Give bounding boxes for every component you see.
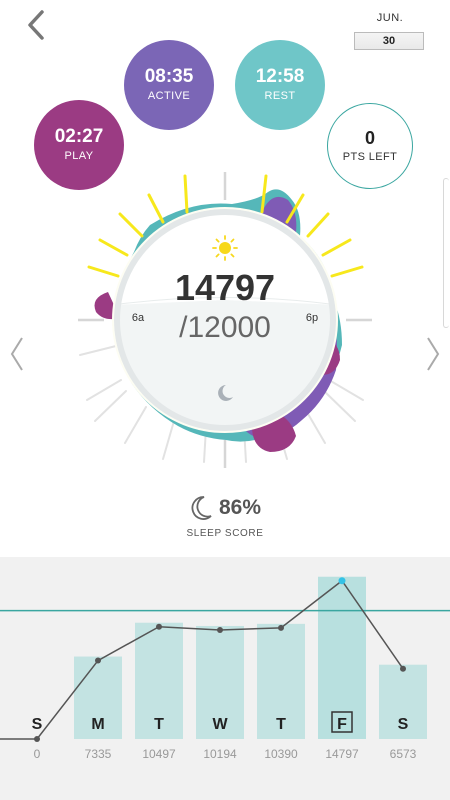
scroll-edge-handle[interactable] (443, 178, 449, 328)
crescent-moon-icon (191, 496, 212, 520)
day-bar (318, 576, 366, 739)
evening-time-label: 6p (306, 312, 318, 324)
sleep-score-value: 86% (218, 496, 262, 519)
day-label: F (337, 716, 347, 733)
day-label: W (212, 716, 228, 733)
active-time-value: 08:35 (144, 66, 194, 87)
data-point (34, 736, 40, 742)
data-point (400, 665, 406, 672)
rest-time-label: REST (264, 90, 296, 102)
steps-count: 14797 (175, 267, 275, 308)
value-label: 14797 (325, 747, 359, 761)
activity-dial[interactable]: 14797 /12000 6a 6p (0, 160, 450, 470)
sleep-score[interactable]: 86% SLEEP SCORE (150, 494, 300, 539)
data-point (278, 624, 284, 631)
previous-chevron-icon[interactable] (8, 336, 26, 372)
value-label: 10194 (203, 747, 237, 761)
data-point (95, 657, 101, 664)
sleep-score-label: SLEEP SCORE (186, 528, 264, 539)
day-label: T (276, 716, 286, 733)
day-label: S (32, 716, 43, 733)
value-label: 0 (34, 747, 41, 761)
data-point (338, 577, 346, 585)
data-point (156, 623, 162, 630)
date-picker[interactable]: JUN. 30 (354, 12, 426, 54)
data-point (217, 626, 223, 633)
date-month: JUN. (376, 12, 404, 24)
active-time-label: ACTIVE (147, 90, 191, 102)
rest-time-value: 12:58 (255, 66, 305, 87)
value-label: 7335 (85, 747, 112, 761)
value-label: 10497 (142, 747, 176, 761)
day-label: M (91, 716, 104, 733)
value-label: 10390 (264, 747, 298, 761)
active-time-bubble[interactable]: 08:35 ACTIVE (124, 40, 214, 130)
date-day: 30 (354, 32, 424, 50)
rest-time-bubble[interactable]: 12:58 REST (235, 40, 325, 130)
sun-icon (212, 235, 238, 261)
weekly-bars (74, 576, 427, 739)
morning-time-label: 6a (132, 312, 145, 324)
value-label: 6573 (390, 747, 417, 761)
day-label: T (154, 716, 164, 733)
steps-goal: /12000 (179, 311, 271, 344)
play-time-value: 02:27 (54, 126, 104, 147)
value-labels: 0 7335 10497 10194 10390 14797 6573 (34, 747, 417, 761)
points-left-value: 0 (364, 128, 375, 148)
day-label: S (398, 716, 409, 733)
back-chevron-icon[interactable] (22, 8, 52, 42)
next-chevron-icon[interactable] (424, 336, 442, 372)
weekly-steps-chart: S M T W T F S 0 7335 10497 10194 10390 14797 6573 (0, 576, 450, 761)
